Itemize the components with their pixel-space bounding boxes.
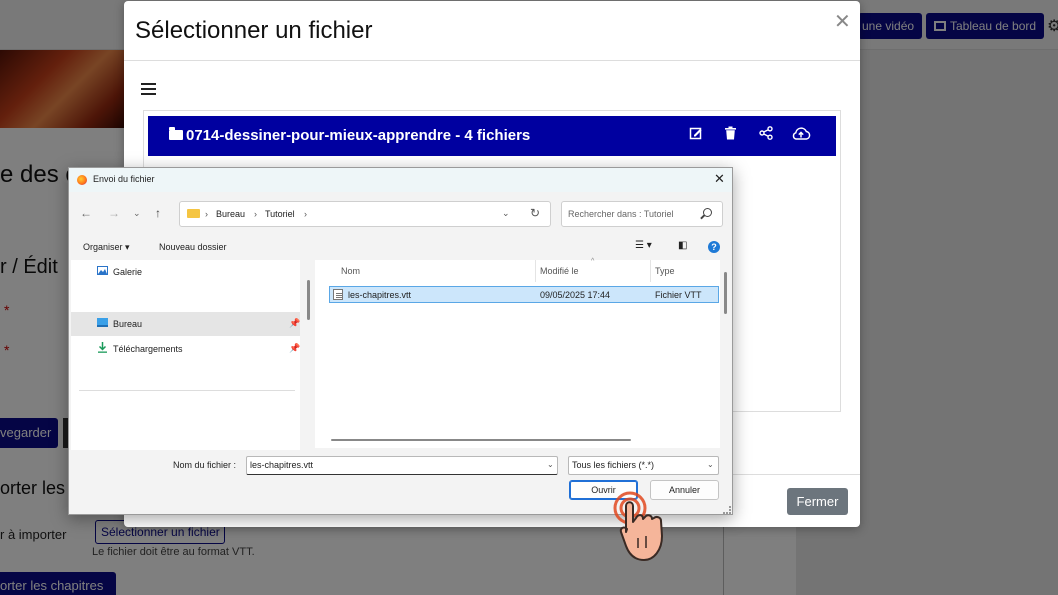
menu-icon[interactable] [141,83,156,95]
breadcrumb-item[interactable]: Bureau [216,209,245,219]
nav-item-telechargements[interactable]: Téléchargements 📌 [71,337,300,361]
column-header-modified[interactable]: Modifié le [540,266,579,276]
file-type: Fichier VTT [655,290,702,300]
folder-icon [187,209,200,218]
dialog-titlebar: Envoi du fichier ✕ [69,168,732,192]
column-header-name[interactable]: Nom [341,266,360,276]
dialog-title: Envoi du fichier [93,174,155,184]
address-bar[interactable]: › Bureau › Tutoriel › ⌄ ↻ [179,201,551,227]
desktop-icon [97,318,108,327]
gallery-icon [97,266,108,275]
firefox-icon [77,175,87,185]
filename-field[interactable]: les-chapitres.vtt ⌄ [246,456,558,475]
search-input[interactable]: Rechercher dans : Tutoriel [561,201,723,227]
pin-icon[interactable]: 📌 [289,343,300,354]
share-icon[interactable] [759,126,773,140]
file-list-scrollbar[interactable] [724,272,727,314]
close-button[interactable]: Fermer [787,488,848,515]
folder-icon [169,127,183,140]
cloud-upload-icon[interactable] [791,126,811,141]
filetype-select[interactable]: Tous les fichiers (*.*) ⌄ [568,456,719,475]
breadcrumb-separator: › [304,209,307,219]
file-upload-dialog: Envoi du fichier ✕ ← → ⌄ ↑ › Bureau › Tu… [68,167,733,515]
help-icon[interactable]: ? [708,241,720,253]
resize-grip[interactable] [723,506,731,514]
breadcrumb-separator: › [205,209,208,219]
preview-pane-icon[interactable]: ◧ [678,240,687,251]
file-name: les-chapitres.vtt [348,290,412,300]
chevron-down-icon[interactable]: ⌄ [547,460,554,469]
horizontal-scrollbar[interactable] [331,439,631,441]
chevron-down-icon: ⌄ [707,460,714,469]
chevron-down-icon[interactable]: ⌄ [502,208,510,219]
refresh-icon[interactable]: ↻ [530,206,540,220]
trash-icon[interactable] [724,126,737,140]
pin-icon[interactable]: 📌 [289,318,300,329]
breadcrumb-item[interactable]: Tutoriel [265,209,295,219]
folder-header: 0714-dessiner-pour-mieux-apprendre - 4 f… [148,116,836,156]
click-hand-icon [613,491,663,561]
divider [79,390,295,391]
view-options-icon[interactable]: ☰ ▾ [635,240,652,251]
breadcrumb-separator: › [254,209,257,219]
modal-title: Sélectionner un fichier [135,17,373,44]
nav-item-label: Téléchargements [113,344,183,354]
vtt-file-icon [333,289,343,300]
filename-value: les-chapitres.vtt [250,460,314,470]
modal-header: Sélectionner un fichier ✕ [124,1,860,61]
filetype-value: Tous les fichiers (*.*) [572,460,655,470]
file-modified: 09/05/2025 17:44 [540,290,611,300]
close-icon[interactable]: ✕ [834,9,851,34]
forward-icon[interactable]: → [108,206,120,220]
nav-item-bureau[interactable]: Bureau 📌 [71,312,300,336]
column-separator [535,260,536,282]
nav-item-label: Galerie [113,267,143,277]
back-icon[interactable]: ← [80,206,92,220]
nav-scrollbar[interactable] [307,280,310,320]
edit-icon[interactable] [689,126,703,140]
search-icon [703,208,712,217]
recent-locations-icon[interactable]: ⌄ [133,208,141,219]
download-icon [98,342,107,353]
nav-item-label: Bureau [113,319,143,329]
nav-item-galerie[interactable]: Galerie [71,260,300,284]
search-placeholder: Rechercher dans : Tutoriel [568,209,674,219]
close-icon[interactable]: ✕ [714,171,725,187]
navigation-pane: Galerie Bureau 📌 Téléchargements 📌 [71,260,300,450]
new-folder-button[interactable]: Nouveau dossier [159,242,227,252]
column-header-type[interactable]: Type [655,266,675,276]
sort-caret-icon: ^ [591,258,595,265]
organize-menu[interactable]: Organiser ▾ [83,242,130,253]
up-icon[interactable]: ↑ [155,206,161,220]
filename-label: Nom du fichier : [173,460,237,470]
column-separator [650,260,651,282]
folder-title: 0714-dessiner-pour-mieux-apprendre - 4 f… [186,127,531,144]
